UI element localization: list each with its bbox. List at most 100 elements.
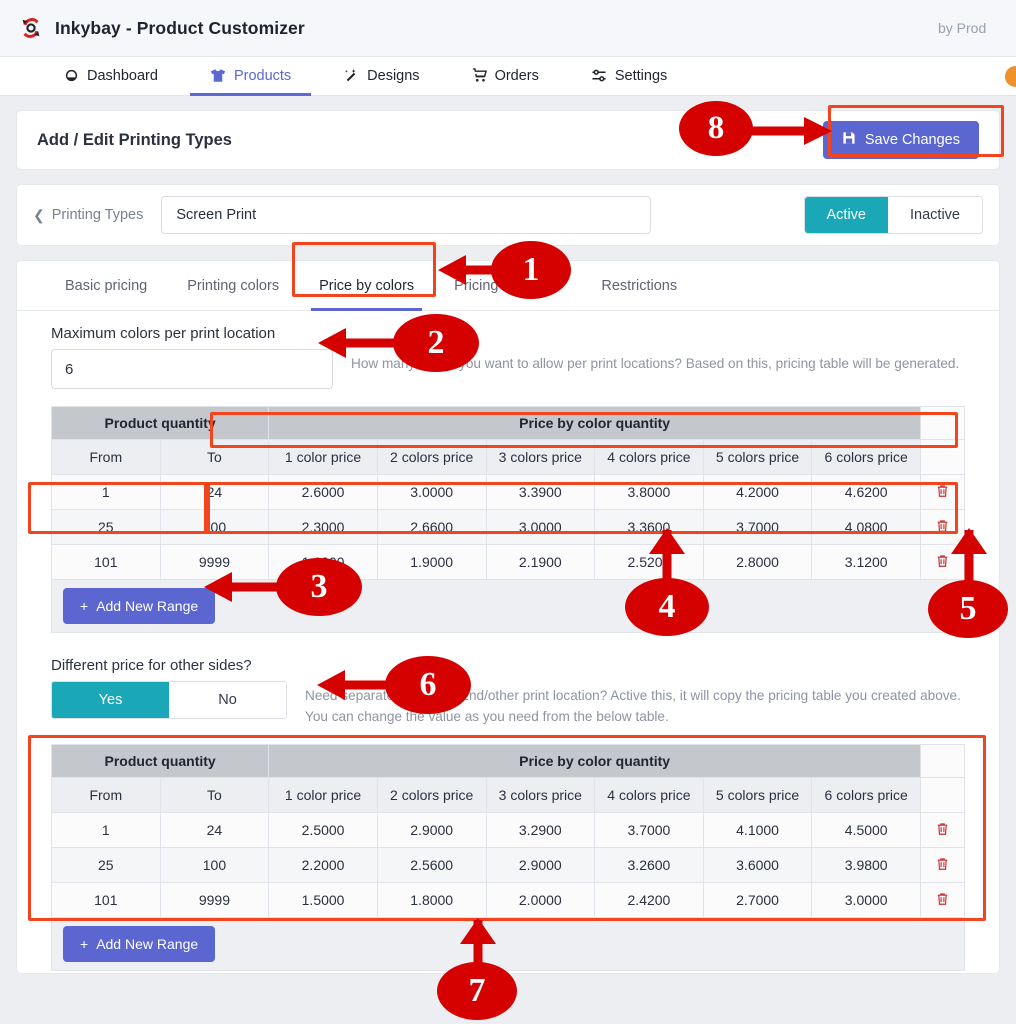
cell-price-5[interactable]: 4.2000	[702, 474, 813, 510]
cell-to[interactable]: 24	[159, 474, 270, 510]
secondary-pricing-table: Product quantity Price by color quantity…	[50, 744, 965, 919]
user-avatar[interactable]	[1003, 64, 1016, 89]
cell-price-1[interactable]: 2.6000	[268, 474, 378, 510]
cell-price-1[interactable]: 2.3000	[268, 509, 378, 545]
cell-price-2[interactable]: 2.5600	[376, 847, 487, 884]
tab-printing-colors[interactable]: Printing colors	[167, 261, 299, 310]
cell-price-5[interactable]: 3.7000	[702, 509, 813, 545]
tab-pricing-by-image[interactable]: Pricing by image	[434, 261, 581, 310]
cell-price-1[interactable]: 1.6000	[268, 544, 378, 580]
nav-item-designs[interactable]: Designs	[317, 57, 445, 95]
top-bar: Inkybay - Product Customizer by Prod	[0, 0, 1016, 57]
delete-row-cell[interactable]	[920, 474, 965, 510]
cell-to[interactable]: 9999	[159, 882, 270, 919]
tab-price-by-colors[interactable]: Price by colors	[299, 261, 434, 311]
cell-price-3[interactable]: 3.3900	[485, 474, 596, 510]
delete-row-cell[interactable]	[920, 847, 965, 884]
cell-from[interactable]: 25	[51, 509, 161, 545]
brand: Inkybay - Product Customizer	[18, 15, 305, 41]
col-1-color-price: 1 color price	[268, 439, 378, 475]
cell-from[interactable]: 1	[51, 812, 161, 849]
cell-price-4[interactable]: 2.4200	[594, 882, 704, 919]
cell-price-6[interactable]: 4.0800	[811, 509, 921, 545]
cell-price-6[interactable]: 4.5000	[811, 812, 921, 849]
plus-icon: +	[80, 936, 89, 953]
tab-basic-pricing[interactable]: Basic pricing	[45, 261, 167, 310]
trash-icon[interactable]	[936, 822, 949, 840]
cell-price-5[interactable]: 3.6000	[702, 847, 813, 884]
cell-from[interactable]: 1	[51, 474, 161, 510]
trash-icon[interactable]	[936, 857, 949, 875]
cell-to[interactable]: 24	[159, 812, 270, 849]
cell-from[interactable]: 25	[51, 847, 161, 884]
cell-price-2[interactable]: 2.6600	[376, 509, 487, 545]
col-to: To	[159, 777, 270, 814]
cell-price-5[interactable]: 4.1000	[702, 812, 813, 849]
other-sides-label: Different price for other sides?	[51, 657, 252, 674]
cell-price-4[interactable]: 3.8000	[594, 474, 704, 510]
col-2-colors-price: 2 colors price	[376, 439, 487, 475]
nav-item-dashboard[interactable]: Dashboard	[38, 57, 184, 95]
cell-from[interactable]: 101	[51, 544, 161, 580]
cell-price-4[interactable]: 3.3600	[594, 509, 704, 545]
cell-price-6[interactable]: 4.6200	[811, 474, 921, 510]
cell-to[interactable]: 100	[159, 847, 270, 884]
cell-price-3[interactable]: 3.2900	[485, 812, 596, 849]
cell-price-6[interactable]: 3.1200	[811, 544, 921, 580]
other-sides-option-yes[interactable]: Yes	[52, 682, 169, 718]
sliders-icon	[591, 68, 607, 85]
cell-to[interactable]: 9999	[159, 544, 270, 580]
main-nav: Dashboard Products Designs Orders Settin…	[0, 57, 1016, 96]
cell-price-4[interactable]: 3.2600	[594, 847, 704, 884]
status-option-inactive[interactable]: Inactive	[888, 197, 982, 233]
trash-icon[interactable]	[936, 554, 949, 572]
speedometer-icon	[64, 68, 79, 85]
nav-item-orders[interactable]: Orders	[446, 57, 565, 95]
cell-price-4[interactable]: 2.5200	[594, 544, 704, 580]
add-new-range-button-primary[interactable]: + Add New Range	[63, 588, 216, 624]
cell-price-3[interactable]: 2.1900	[485, 544, 596, 580]
delete-row-cell[interactable]	[920, 544, 965, 580]
status-option-active[interactable]: Active	[804, 197, 889, 233]
cell-price-2[interactable]: 2.9000	[376, 812, 487, 849]
trash-icon[interactable]	[936, 484, 949, 502]
col-from: From	[51, 439, 161, 475]
group-header-price: Price by color quantity	[268, 744, 921, 779]
nav-item-products[interactable]: Products	[184, 57, 317, 96]
save-changes-button[interactable]: Save Changes	[822, 121, 979, 159]
other-sides-option-no[interactable]: No	[169, 682, 286, 718]
delete-row-cell[interactable]	[920, 509, 965, 545]
back-to-printing-types-link[interactable]: ❮ Printing Types	[33, 207, 161, 224]
cell-price-5[interactable]: 2.7000	[702, 882, 813, 919]
cell-price-5[interactable]: 2.8000	[702, 544, 813, 580]
printing-type-name-input[interactable]	[161, 196, 652, 234]
trash-icon[interactable]	[936, 519, 949, 537]
cell-price-3[interactable]: 3.0000	[485, 509, 596, 545]
delete-row-cell[interactable]	[920, 812, 965, 849]
delete-row-cell[interactable]	[920, 882, 965, 919]
cell-price-2[interactable]: 1.9000	[376, 544, 487, 580]
cell-price-6[interactable]: 3.0000	[811, 882, 921, 919]
col-3-colors-price: 3 colors price	[485, 777, 596, 814]
brand-title: Inkybay - Product Customizer	[55, 17, 305, 38]
cell-from[interactable]: 101	[51, 882, 161, 919]
cell-price-1[interactable]: 1.5000	[268, 882, 378, 919]
cell-price-1[interactable]: 2.5000	[268, 812, 378, 849]
cell-price-2[interactable]: 3.0000	[376, 474, 487, 510]
trash-icon[interactable]	[936, 892, 949, 910]
cell-price-3[interactable]: 2.9000	[485, 847, 596, 884]
max-colors-input[interactable]	[51, 349, 333, 389]
tshirt-icon	[210, 68, 226, 85]
cell-to[interactable]: 100	[159, 509, 270, 545]
secondary-pricing-table-wrap: Product quantity Price by color quantity…	[50, 744, 965, 972]
primary-pricing-table-wrap: Product quantity Price by color quantity…	[50, 406, 965, 633]
cell-price-6[interactable]: 3.9800	[811, 847, 921, 884]
tab-restrictions[interactable]: Restrictions	[581, 261, 697, 310]
nav-item-settings[interactable]: Settings	[565, 57, 693, 95]
cell-price-4[interactable]: 3.7000	[594, 812, 704, 849]
cell-price-3[interactable]: 2.0000	[485, 882, 596, 919]
add-new-range-button-secondary[interactable]: + Add New Range	[63, 926, 216, 963]
cell-price-1[interactable]: 2.2000	[268, 847, 378, 884]
nav-item-label: Dashboard	[87, 68, 158, 84]
cell-price-2[interactable]: 1.8000	[376, 882, 487, 919]
